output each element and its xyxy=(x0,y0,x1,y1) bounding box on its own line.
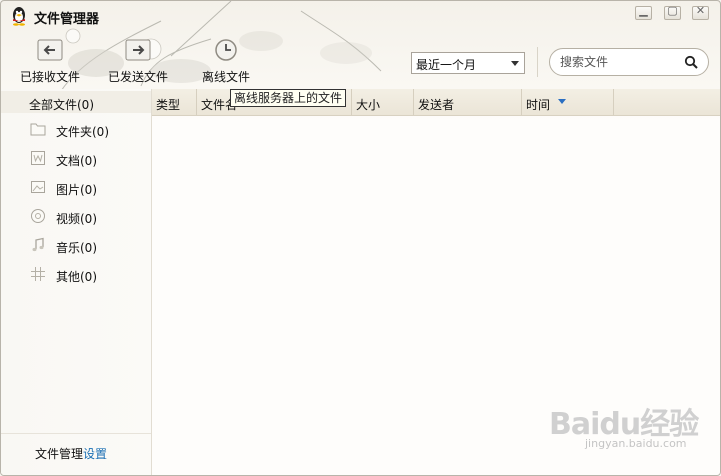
close-icon: ✕ xyxy=(695,4,706,17)
column-label: 发送者 xyxy=(418,98,455,112)
received-files-button[interactable]: 已接收文件 xyxy=(15,37,85,85)
document-icon xyxy=(31,151,45,165)
sent-files-button[interactable]: 已发送文件 xyxy=(103,37,173,85)
arrow-right-icon xyxy=(125,39,151,61)
received-files-label: 已接收文件 xyxy=(19,70,80,84)
sidebar-footer: 文件管理设置 xyxy=(1,433,151,475)
search-icon[interactable] xyxy=(684,55,698,69)
arrow-left-icon xyxy=(37,39,63,61)
sidebar-item-images[interactable]: 图片(0) xyxy=(1,176,151,200)
column-header-sender[interactable]: 发送者 xyxy=(414,89,522,115)
video-icon xyxy=(31,209,45,223)
image-icon xyxy=(31,181,45,193)
offline-files-label: 离线文件 xyxy=(201,70,250,84)
sidebar-item-label: 文件夹(0) xyxy=(56,125,109,139)
qq-penguin-icon xyxy=(13,7,25,26)
time-filter-value: 最近一个月 xyxy=(416,58,477,72)
category-sidebar: 全部文件(0) 文件夹(0) 文档(0) 图片(0) 视频(0) 音乐(0) 其… xyxy=(1,89,152,475)
file-manager-window: 文件管理器 ▁ ▢ ✕ 已接收文件 已发送文件 离线文件 最近一个月 搜索文件 … xyxy=(0,0,721,476)
column-header-size[interactable]: 大小 xyxy=(352,89,414,115)
minimize-icon: ▁ xyxy=(639,4,648,17)
baidu-jingyan-watermark: Baidu经验 jingyan.baidu.com xyxy=(549,393,709,455)
close-button[interactable]: ✕ xyxy=(692,4,709,20)
column-header-time[interactable]: 时间 xyxy=(522,89,614,115)
search-input[interactable] xyxy=(560,54,678,70)
column-header-filler xyxy=(614,89,720,115)
file-management-text: 文件管理设置 xyxy=(35,445,107,462)
sidebar-item-label: 全部文件(0) xyxy=(29,98,94,112)
settings-link[interactable]: 设置 xyxy=(83,447,107,461)
sidebar-item-videos[interactable]: 视频(0) xyxy=(1,205,151,229)
offline-files-button[interactable]: 离线文件 xyxy=(193,37,259,85)
column-label: 类型 xyxy=(156,98,181,112)
sidebar-item-label: 视频(0) xyxy=(56,212,97,226)
maximize-icon: ▢ xyxy=(667,4,678,17)
offline-files-tooltip: 离线服务器上的文件 xyxy=(230,89,347,107)
search-box[interactable] xyxy=(549,48,709,76)
maximize-button[interactable]: ▢ xyxy=(664,4,681,20)
sidebar-item-label: 文档(0) xyxy=(56,154,97,168)
column-header-type[interactable]: 类型 xyxy=(152,89,197,115)
folder-icon xyxy=(30,123,46,136)
sidebar-item-label: 其他(0) xyxy=(56,270,97,284)
clock-icon xyxy=(215,39,237,61)
sort-descending-icon xyxy=(558,99,566,104)
watermark-site: jingyan.baidu.com xyxy=(585,437,687,450)
sidebar-item-all-files[interactable]: 全部文件(0) xyxy=(1,91,151,113)
toolbar-divider xyxy=(537,47,538,77)
window-title: 文件管理器 xyxy=(34,12,100,27)
column-label: 时间 xyxy=(526,98,551,112)
sidebar-item-label: 音乐(0) xyxy=(56,241,97,255)
sidebar-item-label: 图片(0) xyxy=(56,183,97,197)
music-icon xyxy=(32,237,44,252)
chevron-down-icon xyxy=(511,61,519,66)
file-management-label: 文件管理 xyxy=(35,447,84,461)
minimize-button[interactable]: ▁ xyxy=(635,4,652,20)
sidebar-item-others[interactable]: 其他(0) xyxy=(1,263,151,287)
sidebar-item-music[interactable]: 音乐(0) xyxy=(1,234,151,258)
title-bar: 文件管理器 ▁ ▢ ✕ xyxy=(1,1,720,31)
column-label: 大小 xyxy=(356,98,381,112)
sent-files-label: 已发送文件 xyxy=(107,70,168,84)
other-icon xyxy=(31,267,45,281)
sidebar-item-folders[interactable]: 文件夹(0) xyxy=(1,118,151,142)
sidebar-item-documents[interactable]: 文档(0) xyxy=(1,147,151,171)
time-filter-dropdown[interactable]: 最近一个月 xyxy=(411,52,525,74)
